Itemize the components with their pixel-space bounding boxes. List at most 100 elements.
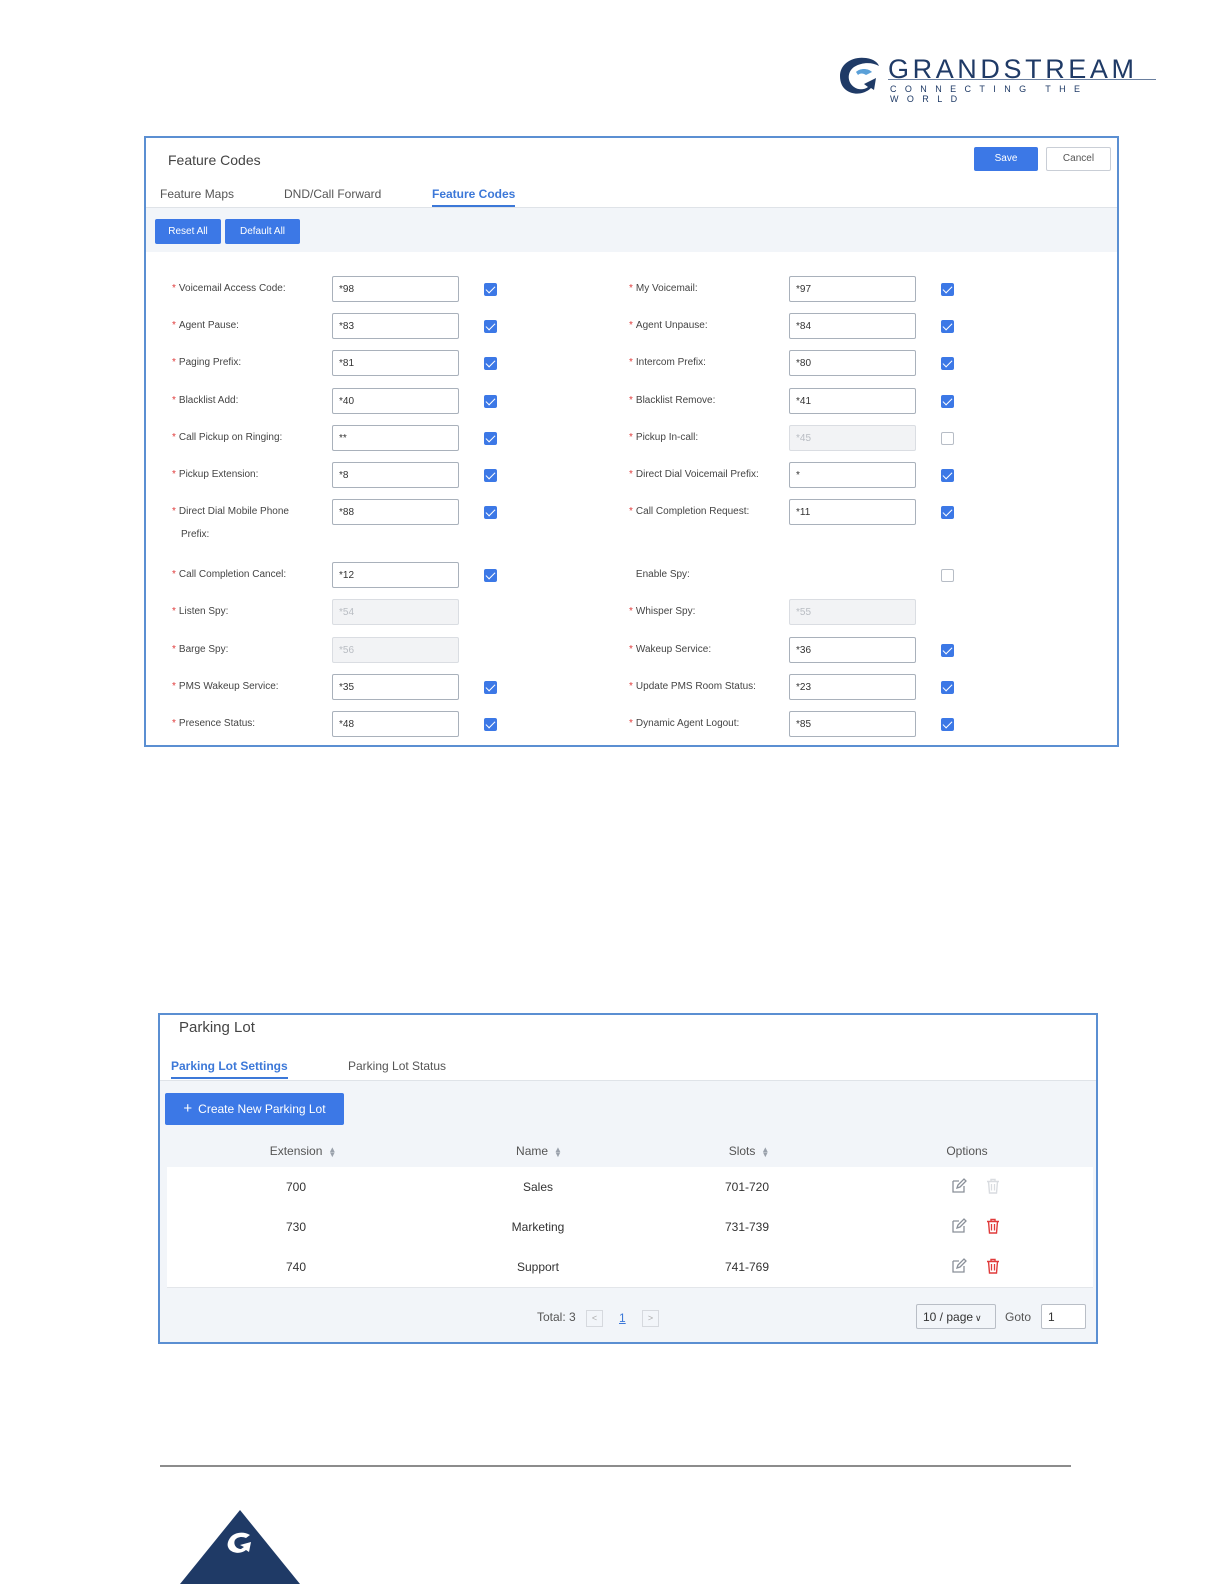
cell-extension: 740 [285,1260,307,1274]
tab-parking-lot-settings[interactable]: Parking Lot Settings [171,1059,288,1079]
my-voicemail-input[interactable] [789,276,916,302]
page-number[interactable]: 1 [619,1311,626,1325]
pickup-extension-input[interactable] [332,462,459,488]
presence-status-input[interactable] [332,711,459,737]
dynamic-agent-logout-input[interactable] [789,711,916,737]
blacklist-remove-label-text: Blacklist Remove: [635,395,716,406]
paging-prefix-checkbox[interactable] [484,357,497,370]
tab-feature-codes[interactable]: Feature Codes [432,187,516,207]
tab-parking-lot-status[interactable]: Parking Lot Status [348,1059,446,1073]
footer-logo-icon [180,1510,300,1584]
call-completion-request-checkbox[interactable] [941,506,954,519]
create-parking-lot-button[interactable]: + Create New Parking Lot [165,1093,344,1125]
goto-label: Goto [1005,1310,1032,1324]
blacklist-add-checkbox[interactable] [484,395,497,408]
blacklist-remove-checkbox[interactable] [941,395,954,408]
pms-wakeup-service-input[interactable] [332,674,459,700]
blacklist-add-input[interactable] [332,388,459,414]
blacklist-remove-label: * Blacklist Remove: [629,395,715,406]
direct-dial-mobile-phone-checkbox[interactable] [484,506,497,519]
pickup-extension-label-text: Pickup Extension: [178,469,259,480]
intercom-prefix-input[interactable] [789,350,916,376]
pagination-total: Total: 3 [537,1310,576,1324]
blacklist-add-label-text: Blacklist Add: [178,395,239,406]
call-completion-request-input[interactable] [789,499,916,525]
agent-pause-checkbox[interactable] [484,320,497,333]
column-header-name[interactable]: Name ▲ ▼ [489,1144,589,1158]
whisper-spy-label: * Whisper Spy: [629,606,695,617]
direct-dial-mobile-phone-label: * Direct Dial Mobile Phone Prefix: [172,506,289,540]
column-header-slots[interactable]: Slots ▲ ▼ [699,1144,799,1158]
parking-lot-tabs: Parking Lot Settings Parking Lot Status [160,1015,1096,1081]
pickup-extension-label: * Pickup Extension: [172,469,258,480]
goto-page-input[interactable] [1041,1304,1086,1329]
wakeup-service-label-text: Wakeup Service: [635,644,712,655]
my-voicemail-checkbox[interactable] [941,283,954,296]
wakeup-service-checkbox[interactable] [941,644,954,657]
direct-dial-voicemail-prefix-label-text: Direct Dial Voicemail Prefix: [635,469,759,480]
pms-wakeup-service-checkbox[interactable] [484,681,497,694]
pickup-in-call-checkbox[interactable] [941,432,954,445]
dynamic-agent-logout-label: * Dynamic Agent Logout: [629,718,739,729]
chevron-right-icon: > [647,1313,654,1323]
call-pickup-on-ringing-input[interactable] [332,425,459,451]
cell-slots: 741-769 [724,1260,770,1274]
wakeup-service-input[interactable] [789,637,916,663]
page-size-value: 10 / page [923,1310,974,1324]
sort-icon: ▲ ▼ [328,1144,337,1159]
feature-codes-toolbar: Reset All Default All [146,208,1117,252]
direct-dial-voicemail-prefix-checkbox[interactable] [941,469,954,482]
delete-icon[interactable] [985,1218,1001,1234]
direct-dial-voicemail-prefix-input[interactable] [789,462,916,488]
delete-icon [987,1178,999,1194]
cell-extension: 700 [285,1180,307,1194]
page-size-select[interactable]: 10 / page ∨ [916,1304,996,1329]
edit-icon[interactable] [951,1218,967,1234]
pickup-extension-checkbox[interactable] [484,469,497,482]
voicemail-access-code-input[interactable] [332,276,459,302]
call-pickup-on-ringing-checkbox[interactable] [484,432,497,445]
agent-pause-input[interactable] [332,313,459,339]
prev-page-button[interactable]: < [586,1310,603,1327]
required-asterisk: * [629,644,633,655]
voicemail-access-code-checkbox[interactable] [484,283,497,296]
call-completion-cancel-label: * Call Completion Cancel: [172,569,286,580]
delete-icon[interactable] [985,1258,1001,1274]
required-asterisk: * [172,606,176,617]
column-header-extension[interactable]: Extension ▲ ▼ [253,1144,353,1158]
feature-codes-tabs: Feature Maps DND/Call Forward Feature Co… [146,138,1117,208]
required-asterisk: * [172,395,176,406]
update-pms-room-status-input[interactable] [789,674,916,700]
update-pms-room-status-checkbox[interactable] [941,681,954,694]
cell-slots: 731-739 [724,1220,770,1234]
tab-feature-maps[interactable]: Feature Maps [160,187,234,201]
intercom-prefix-checkbox[interactable] [941,357,954,370]
whisper-spy-label-text: Whisper Spy: [635,606,696,617]
next-page-button[interactable]: > [642,1310,659,1327]
edit-icon[interactable] [951,1258,967,1274]
enable-spy-checkbox[interactable] [941,569,954,582]
dynamic-agent-logout-checkbox[interactable] [941,718,954,731]
barge-spy-input [332,637,459,663]
reset-all-button[interactable]: Reset All [155,219,221,244]
required-asterisk: * [172,718,176,729]
direct-dial-mobile-phone-label-text: Direct Dial Mobile Phone [178,506,289,517]
paging-prefix-input[interactable] [332,350,459,376]
tab-dnd-call-forward[interactable]: DND/Call Forward [284,187,381,201]
column-header-extension-label: Extension [269,1144,323,1158]
edit-icon[interactable] [951,1178,967,1194]
presence-status-checkbox[interactable] [484,718,497,731]
logo-divider [888,79,1156,80]
agent-unpause-input[interactable] [789,313,916,339]
blacklist-remove-input[interactable] [789,388,916,414]
call-completion-cancel-checkbox[interactable] [484,569,497,582]
direct-dial-mobile-phone-input[interactable] [332,499,459,525]
call-completion-cancel-input[interactable] [332,562,459,588]
voicemail-access-code-label: * Voicemail Access Code: [172,283,286,294]
paging-prefix-label-text: Paging Prefix: [178,357,242,368]
listen-spy-label: * Listen Spy: [172,606,228,617]
required-asterisk: * [172,432,176,443]
agent-unpause-checkbox[interactable] [941,320,954,333]
call-pickup-on-ringing-label: * Call Pickup on Ringing: [172,432,282,443]
default-all-button[interactable]: Default All [225,219,300,244]
